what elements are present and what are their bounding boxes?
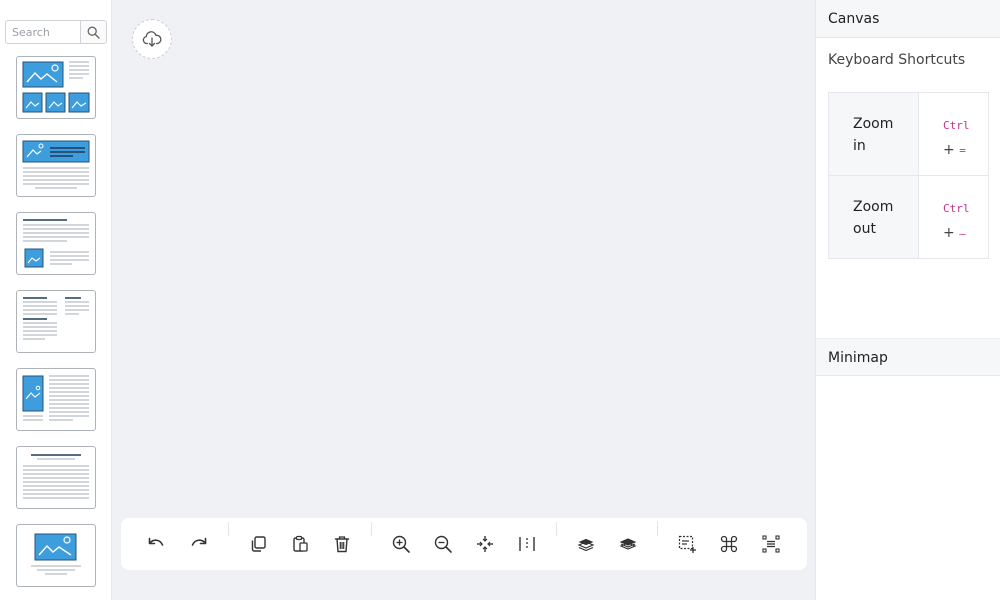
properties-panel: Canvas Keyboard Shortcuts Zoom in Ctrl +… <box>815 0 1000 600</box>
shortcut-row-zoom-out: Zoom out Ctrl + – <box>828 175 989 259</box>
toolbar-separator <box>657 522 658 536</box>
two-column-template[interactable] <box>16 290 96 353</box>
toolbar-separator <box>556 522 557 536</box>
command-button[interactable] <box>717 532 741 556</box>
paste-button[interactable] <box>288 532 312 556</box>
distribute-icon <box>762 535 780 553</box>
trash-icon <box>334 536 350 553</box>
send-backward-button[interactable] <box>574 532 598 556</box>
search-input[interactable] <box>5 20 80 44</box>
minimap-title: Minimap <box>816 338 1000 376</box>
minimap[interactable] <box>816 377 1000 600</box>
distribute-button[interactable] <box>759 532 783 556</box>
shortcuts-table: Zoom in Ctrl + = Zoom out Ctrl + – <box>828 92 989 259</box>
shortcut-keys: Ctrl + – <box>918 175 989 259</box>
canvas-toolbar <box>121 518 807 570</box>
article-image-template[interactable] <box>16 212 96 275</box>
align-center-button[interactable] <box>515 532 539 556</box>
zoom-in-button[interactable] <box>389 532 413 556</box>
zoom-out-button[interactable] <box>431 532 455 556</box>
select-area-button[interactable] <box>675 532 699 556</box>
shortcut-name-line: Zoom <box>853 199 894 215</box>
zoom-in-icon <box>392 535 410 553</box>
paste-icon <box>293 535 308 552</box>
gallery-template[interactable] <box>16 56 96 119</box>
key-ctrl: Ctrl <box>943 119 970 132</box>
template-search <box>5 20 107 44</box>
bring-forward-button[interactable] <box>616 532 640 556</box>
side-image-template[interactable] <box>16 368 96 431</box>
bring-forward-icon <box>619 538 637 550</box>
redo-button[interactable] <box>187 532 211 556</box>
zoom-out-icon <box>434 535 452 553</box>
key-plus: + <box>943 142 955 158</box>
toolbar-separator <box>371 522 372 536</box>
shortcut-keys: Ctrl + = <box>918 92 989 176</box>
shortcut-name-line: out <box>853 221 876 237</box>
redo-icon <box>191 537 207 546</box>
search-button[interactable] <box>80 20 107 44</box>
shortcut-name: Zoom in <box>828 92 919 176</box>
cloud-download-button[interactable] <box>132 19 172 59</box>
template-sidebar <box>0 0 112 600</box>
canvas-panel-title: Canvas <box>816 0 1000 38</box>
key-minus: – <box>959 227 966 240</box>
search-icon <box>87 26 100 39</box>
copy-button[interactable] <box>246 532 270 556</box>
key-ctrl: Ctrl <box>943 202 970 215</box>
toolbar-separator <box>228 522 229 536</box>
command-icon <box>720 535 738 553</box>
undo-button[interactable] <box>144 532 168 556</box>
shortcut-row-zoom-in: Zoom in Ctrl + = <box>828 92 989 176</box>
shortcut-name-line: in <box>853 138 866 154</box>
select-area-icon <box>678 535 696 553</box>
centered-image-template[interactable] <box>16 524 96 587</box>
fit-screen-icon <box>477 536 493 552</box>
shortcut-name: Zoom out <box>828 175 919 259</box>
shortcuts-title: Keyboard Shortcuts <box>828 52 966 68</box>
banner-text-template[interactable] <box>16 134 96 197</box>
cloud-download-icon <box>142 31 162 47</box>
send-backward-icon <box>577 538 595 552</box>
text-only-template[interactable] <box>16 446 96 509</box>
align-center-icon <box>519 537 535 551</box>
fit-to-screen-button[interactable] <box>473 532 497 556</box>
undo-icon <box>148 537 164 546</box>
delete-button[interactable] <box>330 532 354 556</box>
copy-icon <box>251 536 266 552</box>
key-equals: = <box>959 144 966 157</box>
key-plus: + <box>943 225 955 241</box>
shortcut-name-line: Zoom <box>853 116 894 132</box>
